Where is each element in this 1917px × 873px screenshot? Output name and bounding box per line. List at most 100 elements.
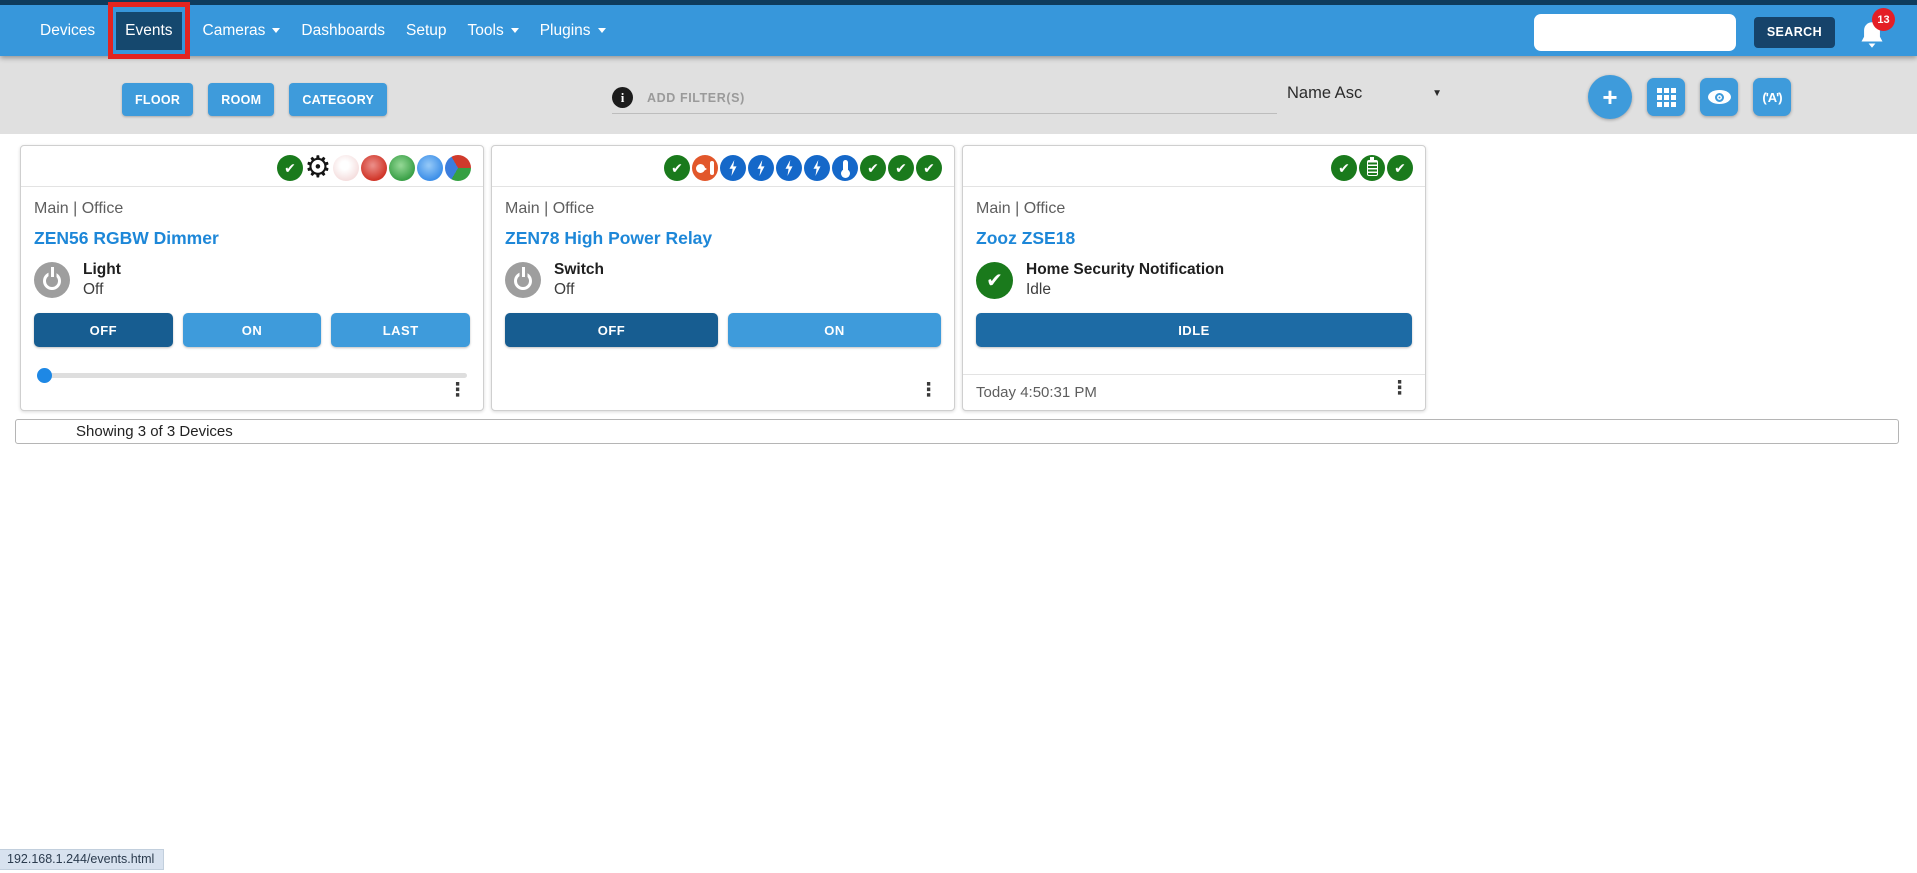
device-card: ✔ ✔ ✔ ✔ Main | Office ZEN78 High Power Rela… bbox=[491, 145, 955, 411]
slider-thumb[interactable] bbox=[37, 368, 52, 384]
device-card: ✔ ✔ Main | Office Zooz ZSE18 ✔ Home Secur… bbox=[962, 145, 1426, 411]
nav-item-events[interactable]: Events bbox=[108, 1, 190, 59]
filter-button-group: FLOOR ROOM CATEGORY bbox=[122, 83, 388, 116]
card-body: Main | Office ZEN78 High Power Relay Swi… bbox=[492, 187, 954, 348]
nav-item-setup[interactable]: Setup bbox=[406, 22, 447, 40]
nav-item-tools-label: Tools bbox=[467, 21, 504, 39]
grid-icon bbox=[1656, 87, 1676, 107]
battery-icon bbox=[1359, 155, 1385, 181]
status-ok-icon: ✔ bbox=[888, 155, 914, 181]
device-cards-row: ✔ ⚙ Main | Office ZEN56 RGBW Dimmer Light… bbox=[20, 145, 1426, 411]
nav-item-dashboards[interactable]: Dashboards bbox=[301, 22, 385, 40]
notification-badge: 13 bbox=[1872, 8, 1895, 31]
add-filters-input[interactable]: i ADD FILTER(S) bbox=[612, 82, 1277, 114]
nav-item-devices[interactable]: Devices bbox=[40, 22, 95, 40]
status-ok-icon: ✔ bbox=[916, 155, 942, 181]
temperature-icon bbox=[832, 155, 858, 181]
nav-item-plugins[interactable]: Plugins bbox=[540, 22, 606, 40]
top-navbar: Devices Events Cameras Dashboards Setup … bbox=[0, 0, 1917, 59]
device-name-link[interactable]: ZEN78 High Power Relay bbox=[505, 228, 941, 249]
card-footer: Today 4:50:31 PM ⋮ bbox=[963, 374, 1425, 410]
chevron-down-icon bbox=[272, 28, 281, 37]
card-body: Main | Office Zooz ZSE18 ✔ Home Security… bbox=[963, 187, 1425, 348]
device-location: Main | Office bbox=[34, 200, 124, 217]
on-button[interactable]: ON bbox=[182, 313, 322, 348]
dim-level-slider[interactable] bbox=[37, 368, 467, 384]
feature-value: Off bbox=[554, 281, 575, 299]
color-blue-swatch-icon bbox=[417, 155, 443, 181]
plus-icon: + bbox=[1602, 82, 1618, 112]
feature-label: Light bbox=[83, 261, 121, 278]
nav-item-plugins-label: Plugins bbox=[539, 21, 591, 39]
chevron-down-icon bbox=[510, 28, 519, 37]
gear-icon: ⚙ bbox=[304, 150, 332, 185]
more-options-button[interactable]: ⋮ bbox=[915, 377, 942, 404]
power-icon bbox=[505, 262, 541, 299]
toolbar-actions: + ('A') bbox=[1588, 75, 1791, 119]
card-button-row: OFF ON LAST bbox=[34, 313, 471, 348]
device-name-link[interactable]: ZEN56 RGBW Dimmer bbox=[34, 228, 470, 249]
more-options-button[interactable]: ⋮ bbox=[444, 377, 471, 404]
feature-row: Switch Off bbox=[505, 260, 941, 300]
search-input[interactable] bbox=[1533, 13, 1736, 51]
card-button-row: OFF ON bbox=[505, 313, 941, 348]
feature-row: Light Off bbox=[34, 260, 470, 300]
visibility-button[interactable] bbox=[1700, 78, 1738, 116]
nav-item-devices-label: Devices bbox=[40, 21, 96, 39]
more-options-button[interactable]: ⋮ bbox=[1386, 375, 1413, 402]
nav-item-cameras-label: Cameras bbox=[202, 21, 266, 39]
card-body: Main | Office ZEN56 RGBW Dimmer Light Of… bbox=[21, 187, 483, 384]
energy-bolt-icon bbox=[748, 155, 774, 181]
device-count-bar: Showing 3 of 3 Devices bbox=[15, 419, 1899, 444]
on-button[interactable]: ON bbox=[728, 313, 941, 348]
off-button[interactable]: OFF bbox=[505, 313, 718, 348]
room-filter-button[interactable]: ROOM bbox=[208, 83, 275, 116]
antenna-icon: ('A') bbox=[1762, 89, 1782, 105]
search-button[interactable]: SEARCH bbox=[1753, 16, 1835, 48]
sort-value: Name Asc bbox=[1287, 84, 1363, 102]
nav-item-cameras[interactable]: Cameras bbox=[203, 22, 281, 40]
sort-dropdown[interactable]: Name Asc ▼ bbox=[1287, 84, 1442, 103]
device-location: Main | Office bbox=[505, 200, 595, 217]
nav-item-tools[interactable]: Tools bbox=[468, 22, 519, 40]
add-filters-placeholder: ADD FILTER(S) bbox=[647, 90, 745, 105]
events-page: Devices Events Cameras Dashboards Setup … bbox=[0, 0, 1917, 873]
feature-label: Switch bbox=[554, 261, 604, 278]
energy-bolt-icon bbox=[776, 155, 802, 181]
nav-item-events-label: Events bbox=[125, 21, 173, 39]
status-ok-icon: ✔ bbox=[860, 155, 886, 181]
device-count-text: Showing 3 of 3 Devices bbox=[76, 423, 233, 440]
info-icon: i bbox=[612, 87, 633, 108]
status-ok-icon: ✔ bbox=[664, 155, 690, 181]
grid-view-button[interactable] bbox=[1647, 78, 1685, 116]
eye-icon bbox=[1707, 90, 1731, 104]
idle-button[interactable]: IDLE bbox=[976, 313, 1412, 348]
link-preview-tooltip: 192.168.1.244/events.html bbox=[0, 849, 165, 870]
filter-toolbar: FLOOR ROOM CATEGORY i ADD FILTER(S) Name… bbox=[0, 56, 1917, 134]
last-change-timestamp: Today 4:50:31 PM bbox=[976, 384, 1097, 401]
power-plug-icon bbox=[692, 155, 718, 181]
status-ok-icon: ✔ bbox=[1331, 155, 1357, 181]
add-button[interactable]: + bbox=[1588, 75, 1632, 119]
chevron-down-icon: ▼ bbox=[1432, 88, 1442, 99]
feature-label: Home Security Notification bbox=[1026, 261, 1225, 278]
feature-value: Off bbox=[83, 281, 104, 299]
floor-filter-button[interactable]: FLOOR bbox=[122, 83, 194, 116]
notifications-button[interactable]: 13 bbox=[1853, 8, 1895, 53]
color-red-swatch-icon bbox=[361, 155, 387, 181]
color-white-swatch-icon bbox=[333, 155, 359, 181]
last-button[interactable]: LAST bbox=[331, 313, 471, 348]
energy-bolt-icon bbox=[804, 155, 830, 181]
card-button-row: IDLE bbox=[976, 313, 1412, 348]
zwave-antenna-button[interactable]: ('A') bbox=[1753, 78, 1791, 116]
device-name-link[interactable]: Zooz ZSE18 bbox=[976, 228, 1412, 249]
status-icon-row: ✔ ✔ ✔ ✔ bbox=[492, 146, 954, 187]
color-green-swatch-icon bbox=[389, 155, 415, 181]
feature-row: ✔ Home Security Notification Idle bbox=[976, 260, 1412, 300]
energy-bolt-icon bbox=[720, 155, 746, 181]
category-filter-button[interactable]: CATEGORY bbox=[289, 83, 388, 116]
off-button[interactable]: OFF bbox=[34, 313, 173, 348]
slider-track bbox=[37, 373, 467, 379]
status-ok-icon: ✔ bbox=[1387, 155, 1413, 181]
status-icon-row: ✔ ✔ bbox=[963, 146, 1425, 187]
